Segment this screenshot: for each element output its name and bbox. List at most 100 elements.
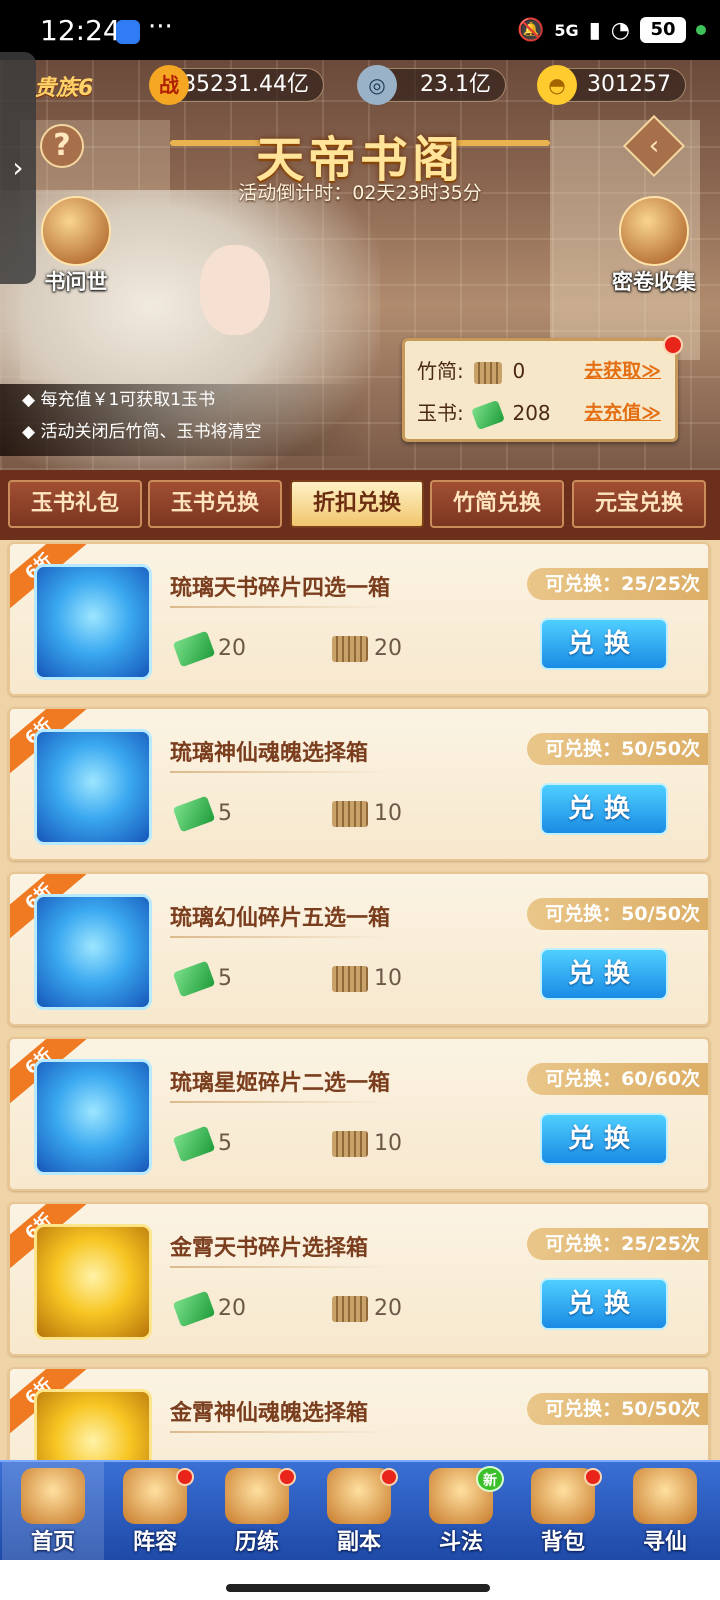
- nav-home[interactable]: 首页: [2, 1462, 104, 1562]
- jade-book-icon: [172, 960, 216, 998]
- battery-icon: 50: [640, 17, 686, 43]
- jade-cost: 20: [172, 630, 246, 668]
- notification-dot: [584, 1468, 602, 1486]
- vip-level[interactable]: 贵族6: [34, 70, 93, 102]
- coin-counter[interactable]: ◎ 23.1亿: [357, 65, 506, 105]
- nav-training[interactable]: 历练: [206, 1462, 308, 1562]
- exchange-button[interactable]: 兑换: [540, 1113, 668, 1165]
- jade-book-icon: [172, 1290, 216, 1328]
- bamboo-cost: 10: [332, 1129, 402, 1159]
- wifi-icon: ◔: [610, 17, 630, 43]
- home-island-icon: [21, 1468, 85, 1524]
- coin-value: 23.1亿: [420, 72, 491, 97]
- bamboo-cost: 10: [332, 799, 402, 829]
- nav-duel[interactable]: 斗法 新: [410, 1462, 512, 1562]
- tab-ingot-exchange[interactable]: 元宝兑换: [572, 480, 706, 528]
- item-name: 琉璃天书碎片四选一箱: [170, 576, 391, 601]
- note-item: ◆ 每充值￥1可获取1玉书: [22, 390, 216, 410]
- item-name: 琉璃星姬碎片二选一箱: [170, 1071, 391, 1096]
- coin-icon: ◎: [357, 65, 397, 105]
- notification-dot: [380, 1468, 398, 1486]
- exchange-limit: 可兑换：50/50次: [527, 1393, 708, 1425]
- bottom-nav: 首页 阵容 历练 副本 斗法 新 背包 寻仙: [0, 1460, 720, 1562]
- divider: [170, 1431, 390, 1433]
- item-chest-icon[interactable]: [34, 1224, 152, 1340]
- jade-row: 玉书: 208: [417, 395, 551, 431]
- gesture-area: [0, 1560, 720, 1600]
- get-bamboo-link[interactable]: 去获取≫: [584, 353, 661, 389]
- tab-bamboo-exchange[interactable]: 竹简兑换: [430, 480, 564, 528]
- notification-dot: [176, 1468, 194, 1486]
- book-icon: [41, 196, 111, 266]
- scroll-icon: [619, 196, 689, 266]
- system-icons: 🔕 5G ▮ ◔ 50: [517, 14, 706, 46]
- exchange-item: 6折 琉璃星姬碎片二选一箱 可兑换：60/60次 5 10 兑换: [8, 1037, 710, 1191]
- bamboo-slip-icon: [332, 1296, 368, 1322]
- item-name: 琉璃神仙魂魄选择箱: [170, 741, 369, 766]
- scroll-collection-entry[interactable]: 密卷收集: [594, 196, 714, 296]
- jade-book-icon: [172, 1125, 216, 1163]
- nav-seek-immortal[interactable]: 寻仙: [614, 1462, 716, 1562]
- notification-dot: [278, 1468, 296, 1486]
- more-notifications-icon: ···: [148, 12, 173, 42]
- bamboo-cost: 20: [332, 634, 402, 664]
- exchange-item: 6折 琉璃幻仙碎片五选一箱 可兑换：50/50次 5 10 兑换: [8, 872, 710, 1026]
- tab-discount-exchange[interactable]: 折扣兑换: [290, 480, 424, 528]
- jade-cost: 20: [172, 1290, 246, 1328]
- divider: [170, 1266, 390, 1268]
- mute-icon: 🔕: [517, 17, 545, 43]
- nav-lineup[interactable]: 阵容: [104, 1462, 206, 1562]
- home-indicator[interactable]: [226, 1584, 490, 1592]
- bamboo-slip-icon: [474, 361, 503, 384]
- exchange-item: 6折 琉璃天书碎片四选一箱 可兑换：25/25次 20 20 兑换: [8, 542, 710, 696]
- item-chest-icon[interactable]: [34, 894, 152, 1010]
- bamboo-label: 竹简:: [417, 359, 464, 383]
- resource-panel: 竹简: 0 去获取≫ 玉书: 208 去充值≫: [402, 335, 683, 442]
- exchange-limit: 可兑换：60/60次: [527, 1063, 708, 1095]
- divider: [170, 771, 390, 773]
- note-item: ◆ 活动关闭后竹简、玉书将清空: [22, 422, 262, 442]
- exchange-button[interactable]: 兑换: [540, 1278, 668, 1330]
- tab-jade-gift[interactable]: 玉书礼包: [8, 480, 142, 528]
- jade-value: 208: [512, 401, 551, 425]
- scroll-collection-label: 密卷收集: [612, 270, 696, 294]
- item-chest-icon[interactable]: [34, 1389, 152, 1460]
- exchange-button[interactable]: 兑换: [540, 948, 668, 1000]
- new-badge: 新: [476, 1466, 504, 1492]
- bamboo-slip-icon: [332, 636, 368, 662]
- divider: [170, 936, 390, 938]
- gold-counter[interactable]: ◓ 301257: [537, 65, 686, 105]
- exchange-button[interactable]: 兑换: [540, 618, 668, 670]
- bamboo-slip-icon: [332, 966, 368, 992]
- item-chest-icon[interactable]: [34, 729, 152, 845]
- character-face: [200, 245, 270, 335]
- tab-jade-exchange[interactable]: 玉书兑换: [148, 480, 282, 528]
- nav-dungeon[interactable]: 副本: [308, 1462, 410, 1562]
- recharge-link[interactable]: 去充值≫: [584, 395, 661, 431]
- notification-dot: [663, 335, 683, 355]
- exchange-limit: 可兑换：50/50次: [527, 898, 708, 930]
- exchange-button[interactable]: 兑换: [540, 783, 668, 835]
- exchange-limit: 可兑换：50/50次: [527, 733, 708, 765]
- activity-notes: ◆ 每充值￥1可获取1玉书 ◆ 活动关闭后竹简、玉书将清空: [0, 384, 370, 456]
- divider: [170, 1101, 390, 1103]
- exchange-limit: 可兑换：25/25次: [527, 568, 708, 600]
- signal-bars-icon: ▮: [588, 17, 601, 43]
- jade-book-icon: [172, 795, 216, 833]
- item-name: 金霄天书碎片选择箱: [170, 1236, 369, 1261]
- jade-book-icon: [172, 630, 216, 668]
- exchange-limit: 可兑换：25/25次: [527, 1228, 708, 1260]
- bamboo-cost: 10: [332, 964, 402, 994]
- item-chest-icon[interactable]: [34, 564, 152, 680]
- jade-label: 玉书:: [417, 401, 464, 425]
- app-notification-icon: [116, 20, 140, 44]
- side-drawer-handle[interactable]: ›: [0, 52, 36, 284]
- item-chest-icon[interactable]: [34, 1059, 152, 1175]
- bamboo-slip-icon: [332, 1131, 368, 1157]
- scroll-icon: [633, 1468, 697, 1524]
- nav-backpack[interactable]: 背包: [512, 1462, 614, 1562]
- bamboo-slip-icon: [332, 801, 368, 827]
- exchange-list[interactable]: 6折 琉璃天书碎片四选一箱 可兑换：25/25次 20 20 兑换 6折 琉璃神…: [0, 540, 720, 1460]
- power-counter: 战 185231.44亿: [149, 65, 324, 105]
- jade-cost: 5: [172, 1125, 232, 1163]
